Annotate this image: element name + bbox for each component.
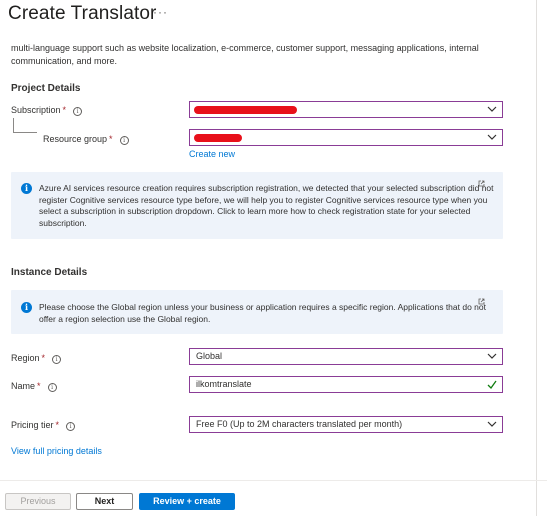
subscription-dropdown[interactable] (189, 101, 503, 118)
chevron-down-icon (487, 421, 497, 427)
chevron-down-icon (487, 353, 497, 359)
previous-button[interactable]: Previous (5, 493, 71, 510)
chevron-down-icon (487, 106, 497, 112)
region-info-box: i Please choose the Global region unless… (11, 290, 503, 334)
region-info-text: Please choose the Global region unless y… (39, 302, 486, 324)
view-pricing-link[interactable]: View full pricing details (11, 446, 102, 456)
service-description: multi-language support such as website l… (11, 43, 479, 66)
resource-group-label: Resource group * i (43, 134, 129, 145)
tree-connector (13, 132, 37, 133)
info-icon: i (21, 302, 32, 313)
page-title: Create Translator (8, 3, 157, 24)
name-label-text: Name (11, 381, 36, 391)
tree-connector (13, 118, 14, 132)
resource-group-label-text: Resource group (43, 134, 108, 144)
info-icon[interactable]: i (119, 136, 129, 145)
scroll-edge (536, 0, 537, 516)
pricing-tier-dropdown[interactable]: Free F0 (Up to 2M characters translated … (189, 416, 503, 433)
pricing-tier-value: Free F0 (Up to 2M characters translated … (196, 419, 403, 429)
subscription-label: Subscription * i (11, 105, 83, 116)
info-icon[interactable]: i (66, 422, 76, 431)
name-input[interactable]: ilkomtranslate (189, 376, 503, 393)
redaction-mark (194, 134, 242, 142)
region-value: Global (196, 351, 223, 361)
instance-details-heading: Instance Details (11, 267, 88, 278)
more-options-button[interactable]: ··· (153, 5, 168, 19)
name-label: Name * i (11, 381, 57, 392)
name-value: ilkomtranslate (196, 379, 252, 389)
checkmark-icon (487, 380, 497, 389)
redaction-mark (194, 106, 297, 114)
required-mark: * (37, 381, 41, 391)
required-mark: * (109, 134, 113, 144)
subscription-info-text: Azure AI services resource creation requ… (39, 183, 494, 228)
next-button[interactable]: Next (76, 493, 133, 510)
info-icon[interactable]: i (52, 355, 62, 364)
subscription-info-box: i Azure AI services resource creation re… (11, 172, 503, 239)
review-create-button[interactable]: Review + create (139, 493, 235, 510)
subscription-label-text: Subscription (11, 105, 61, 115)
project-details-heading: Project Details (11, 83, 81, 94)
external-link-icon[interactable] (478, 298, 485, 305)
info-icon: i (21, 183, 32, 194)
region-dropdown[interactable]: Global (189, 348, 503, 365)
footer-divider (0, 480, 547, 481)
create-new-link[interactable]: Create new (189, 149, 235, 159)
pricing-tier-label: Pricing tier * i (11, 420, 76, 431)
pricing-tier-label-text: Pricing tier (11, 420, 54, 430)
region-label-text: Region (11, 353, 40, 363)
required-mark: * (62, 105, 67, 115)
resource-group-dropdown[interactable] (189, 129, 503, 146)
region-label: Region * i (11, 353, 62, 364)
info-icon[interactable]: i (47, 383, 57, 392)
required-mark: * (55, 420, 60, 430)
external-link-icon[interactable] (478, 180, 485, 187)
chevron-down-icon (487, 134, 497, 140)
info-icon[interactable]: i (73, 107, 83, 116)
required-mark: * (41, 353, 46, 363)
